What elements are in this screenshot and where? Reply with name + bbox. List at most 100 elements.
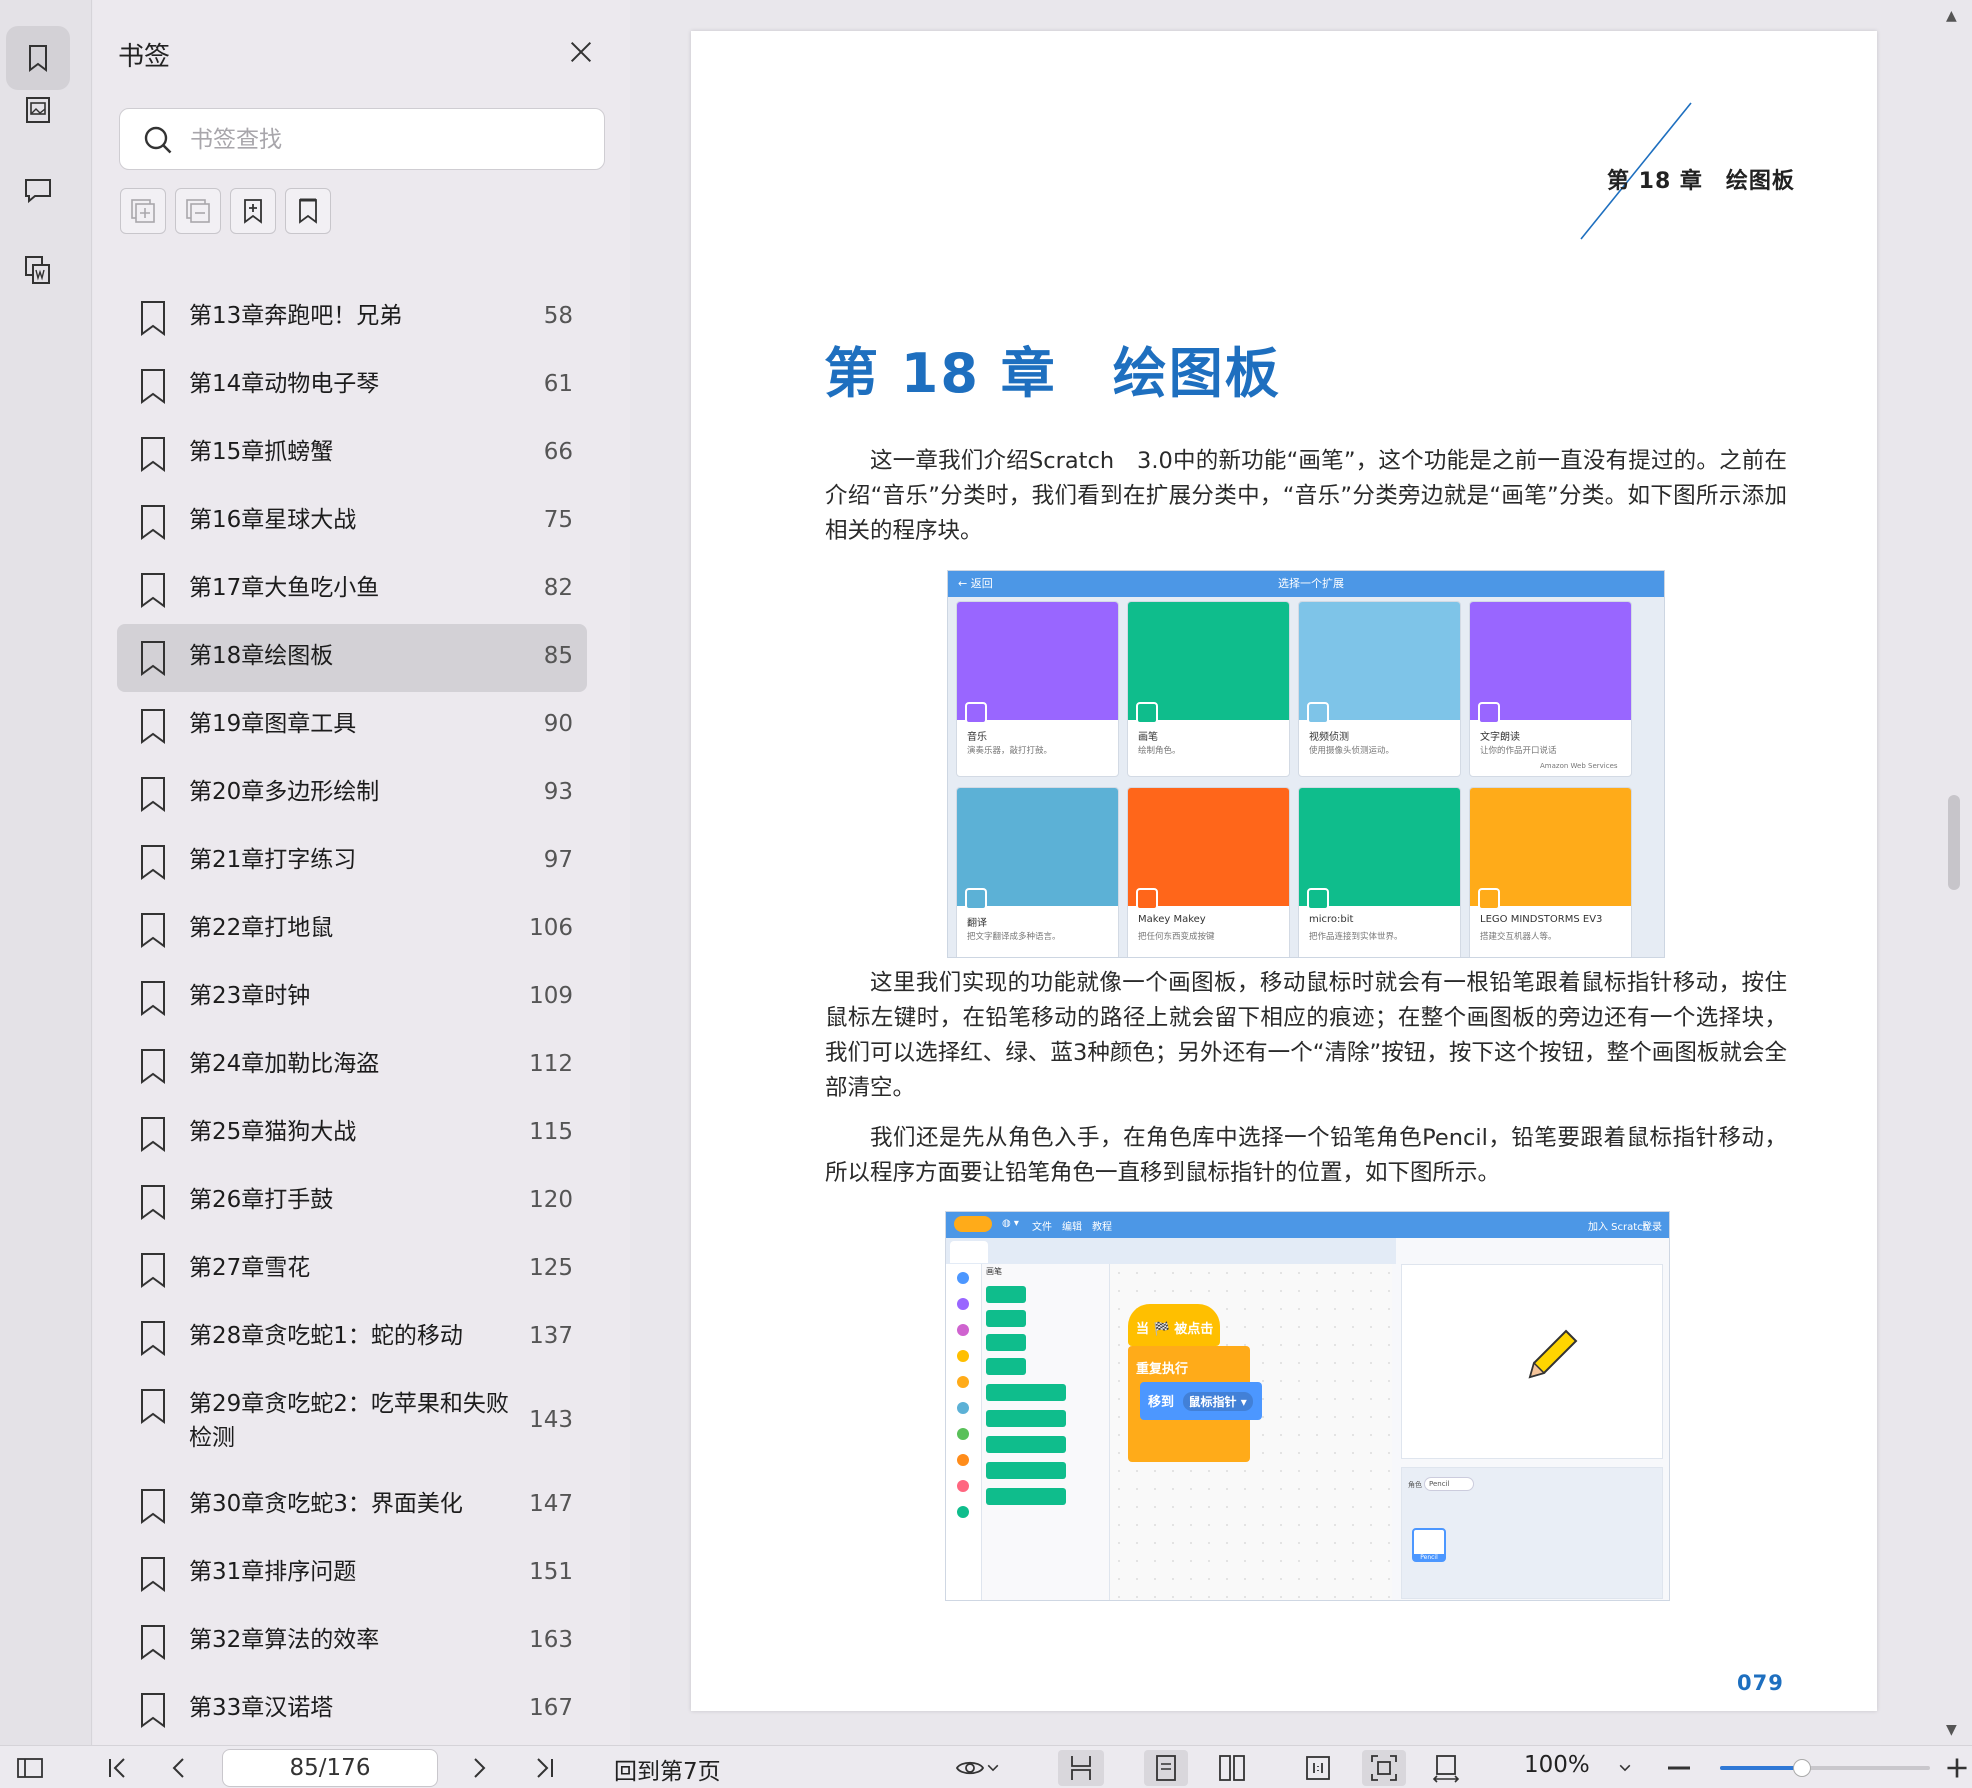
category-dot (957, 1298, 969, 1310)
scroll-up-arrow[interactable]: ▲ (1946, 8, 1957, 24)
bookmark-icon (141, 1489, 165, 1524)
single-page-button[interactable] (1144, 1750, 1188, 1786)
last-page-button[interactable] (528, 1750, 562, 1786)
toggle-sidebar-button[interactable] (12, 1750, 48, 1786)
two-page-button[interactable] (1210, 1750, 1254, 1786)
close-button[interactable] (563, 34, 599, 70)
forever-block-label: 重复执行 (1136, 1362, 1189, 1377)
extension-card-name: 画笔 (1138, 732, 1158, 743)
bookmark-item[interactable]: 第24章加勒比海盗 112 (117, 1032, 587, 1100)
collapse-all-button[interactable] (175, 188, 221, 234)
bookmark-icon (141, 641, 165, 676)
image-icon (26, 97, 50, 123)
bookmark-page: 58 (543, 303, 573, 329)
previous-page-button[interactable] (162, 1750, 196, 1786)
extension-card-desc: 把任何东西变成按键 (1138, 932, 1215, 942)
fit-width-button[interactable] (1424, 1750, 1468, 1786)
bookmark-item[interactable]: 第21章打字练习 97 (117, 828, 587, 896)
extension-card-badge (1136, 702, 1158, 724)
menu-tutorial: 教程 (1092, 1222, 1112, 1233)
add-bookmark-button[interactable] (230, 188, 276, 234)
scratch-logo (954, 1216, 992, 1232)
fit-page-button[interactable] (1362, 1750, 1406, 1786)
bookmark-search (119, 108, 605, 170)
attachment-panel-button[interactable] (6, 238, 70, 302)
zoom-dropdown-button[interactable] (1612, 1750, 1638, 1786)
bookmark-item[interactable]: 第30章贪吃蛇3：界面美化 147 (117, 1472, 587, 1540)
bookmark-label: 第25章猫狗大战 (189, 1119, 357, 1145)
bookmark-item[interactable]: 第22章打地鼠 106 (117, 896, 587, 964)
category-dot (957, 1428, 969, 1440)
fit-page-icon (1371, 1755, 1397, 1781)
bookmark-item[interactable]: 第20章多边形绘制 93 (117, 760, 587, 828)
document-scrollbar[interactable] (1948, 795, 1960, 890)
bookmark-icon (141, 1625, 165, 1660)
bookmark-item[interactable]: 第33章汉诺塔 167 (117, 1676, 587, 1744)
bookmark-item[interactable]: 第25章猫狗大战 115 (117, 1100, 587, 1168)
bookmark-item[interactable]: 第15章抓螃蟹 66 (117, 420, 587, 488)
extension-card-name: 视频侦测 (1309, 732, 1349, 743)
zoom-level[interactable]: 100% (1524, 1752, 1590, 1778)
bookmark-page: 61 (543, 371, 573, 397)
bookmark-page: 151 (529, 1559, 573, 1585)
bookmark-label: 第29章贪吃蛇2：吃苹果和失败检测 (189, 1391, 509, 1451)
bookmark-item[interactable]: 第16章星球大战 75 (117, 488, 587, 556)
bookmark-item[interactable]: 第19章图章工具 90 (117, 692, 587, 760)
category-dot (957, 1454, 969, 1466)
view-mode-button[interactable] (950, 1750, 1006, 1786)
chevron-down-icon (1619, 1764, 1631, 1772)
first-page-button[interactable] (100, 1750, 134, 1786)
expand-icon (131, 199, 155, 223)
zoom-in-button[interactable] (1944, 1750, 1970, 1786)
next-page-button[interactable] (462, 1750, 496, 1786)
extension-card-name: 音乐 (967, 732, 987, 743)
bookmark-page: 93 (543, 779, 573, 805)
bookmark-item[interactable]: 第17章大鱼吃小鱼 82 (117, 556, 587, 624)
bookmark-search-input[interactable] (190, 121, 590, 159)
zoom-slider-thumb[interactable] (1792, 1759, 1811, 1777)
zoom-slider[interactable] (1720, 1759, 1930, 1777)
bookmark-item[interactable]: 第23章时钟 109 (117, 964, 587, 1032)
comment-panel-button[interactable] (6, 158, 70, 222)
bookmark-item[interactable]: 第32章算法的效率 163 (117, 1608, 587, 1676)
bookmark-item[interactable]: 第27章雪花 125 (117, 1236, 587, 1304)
expand-all-button[interactable] (120, 188, 166, 234)
actual-size-button[interactable] (1298, 1750, 1338, 1786)
back-to-page-link[interactable]: 回到第7页 (614, 1752, 721, 1786)
page-number-input[interactable] (222, 1749, 438, 1787)
bookmark-page: 75 (543, 507, 573, 533)
document-page: 第 18 章 绘图板 第 18 章 绘图板 这一章我们介绍Scratch 3.0… (691, 31, 1877, 1711)
bookmark-page: 97 (543, 847, 573, 873)
bookmark-item[interactable]: 第28章贪吃蛇1：蛇的移动 137 (117, 1304, 587, 1372)
bookmark-item[interactable]: 第14章动物电子琴 61 (117, 352, 587, 420)
scratch-editor-figure: ◍ ▾ 文件 编辑 教程 加入 Scratch 登录 画笔 当 🏁 被点击 重复… (945, 1211, 1670, 1601)
remove-bookmark-button[interactable] (285, 188, 331, 234)
hat-block-label: 当 🏁 被点击 (1136, 1322, 1214, 1337)
bookmark-item[interactable]: 第13章奔跑吧！兄弟 58 (117, 284, 587, 352)
bookmark-item[interactable]: 第18章绘图板 85 (117, 624, 587, 692)
menu-login: 登录 (1642, 1222, 1662, 1233)
bookmark-icon (141, 1049, 165, 1084)
bookmark-page: 137 (529, 1323, 573, 1349)
chevron-left-icon (172, 1758, 184, 1778)
thumbnail-panel-button[interactable] (6, 78, 70, 142)
eye-icon (955, 1761, 985, 1775)
category-label: 画笔 (986, 1267, 1002, 1276)
bookmark-icon (141, 1693, 165, 1728)
continuous-scroll-button[interactable] (1058, 1750, 1104, 1786)
extension-card-name: LEGO MINDSTORMS EV3 (1480, 914, 1603, 925)
bookmark-icon (29, 45, 47, 72)
bookmark-label: 第24章加勒比海盗 (189, 1051, 380, 1077)
bookmark-item[interactable]: 第29章贪吃蛇2：吃苹果和失败检测 143 (117, 1372, 587, 1472)
sprite-thumbnail: Pencil (1412, 1528, 1446, 1562)
bookmark-item[interactable]: 第26章打手鼓 120 (117, 1168, 587, 1236)
bookmark-item[interactable]: 第31章排序问题 151 (117, 1540, 587, 1608)
last-page-icon (537, 1758, 553, 1778)
bookmark-outline-icon (299, 198, 317, 224)
script-area: 当 🏁 被点击 重复执行 移到 鼠标指针 ▾ (1110, 1264, 1392, 1600)
zoom-out-button[interactable] (1664, 1750, 1694, 1786)
scroll-down-arrow[interactable]: ▼ (1946, 1722, 1957, 1738)
bookmark-page: 112 (529, 1051, 573, 1077)
extension-card: 视频侦测 使用摄像头侦测运动。 (1298, 601, 1461, 777)
extension-card-desc: 把作品连接到实体世界。 (1309, 932, 1403, 942)
